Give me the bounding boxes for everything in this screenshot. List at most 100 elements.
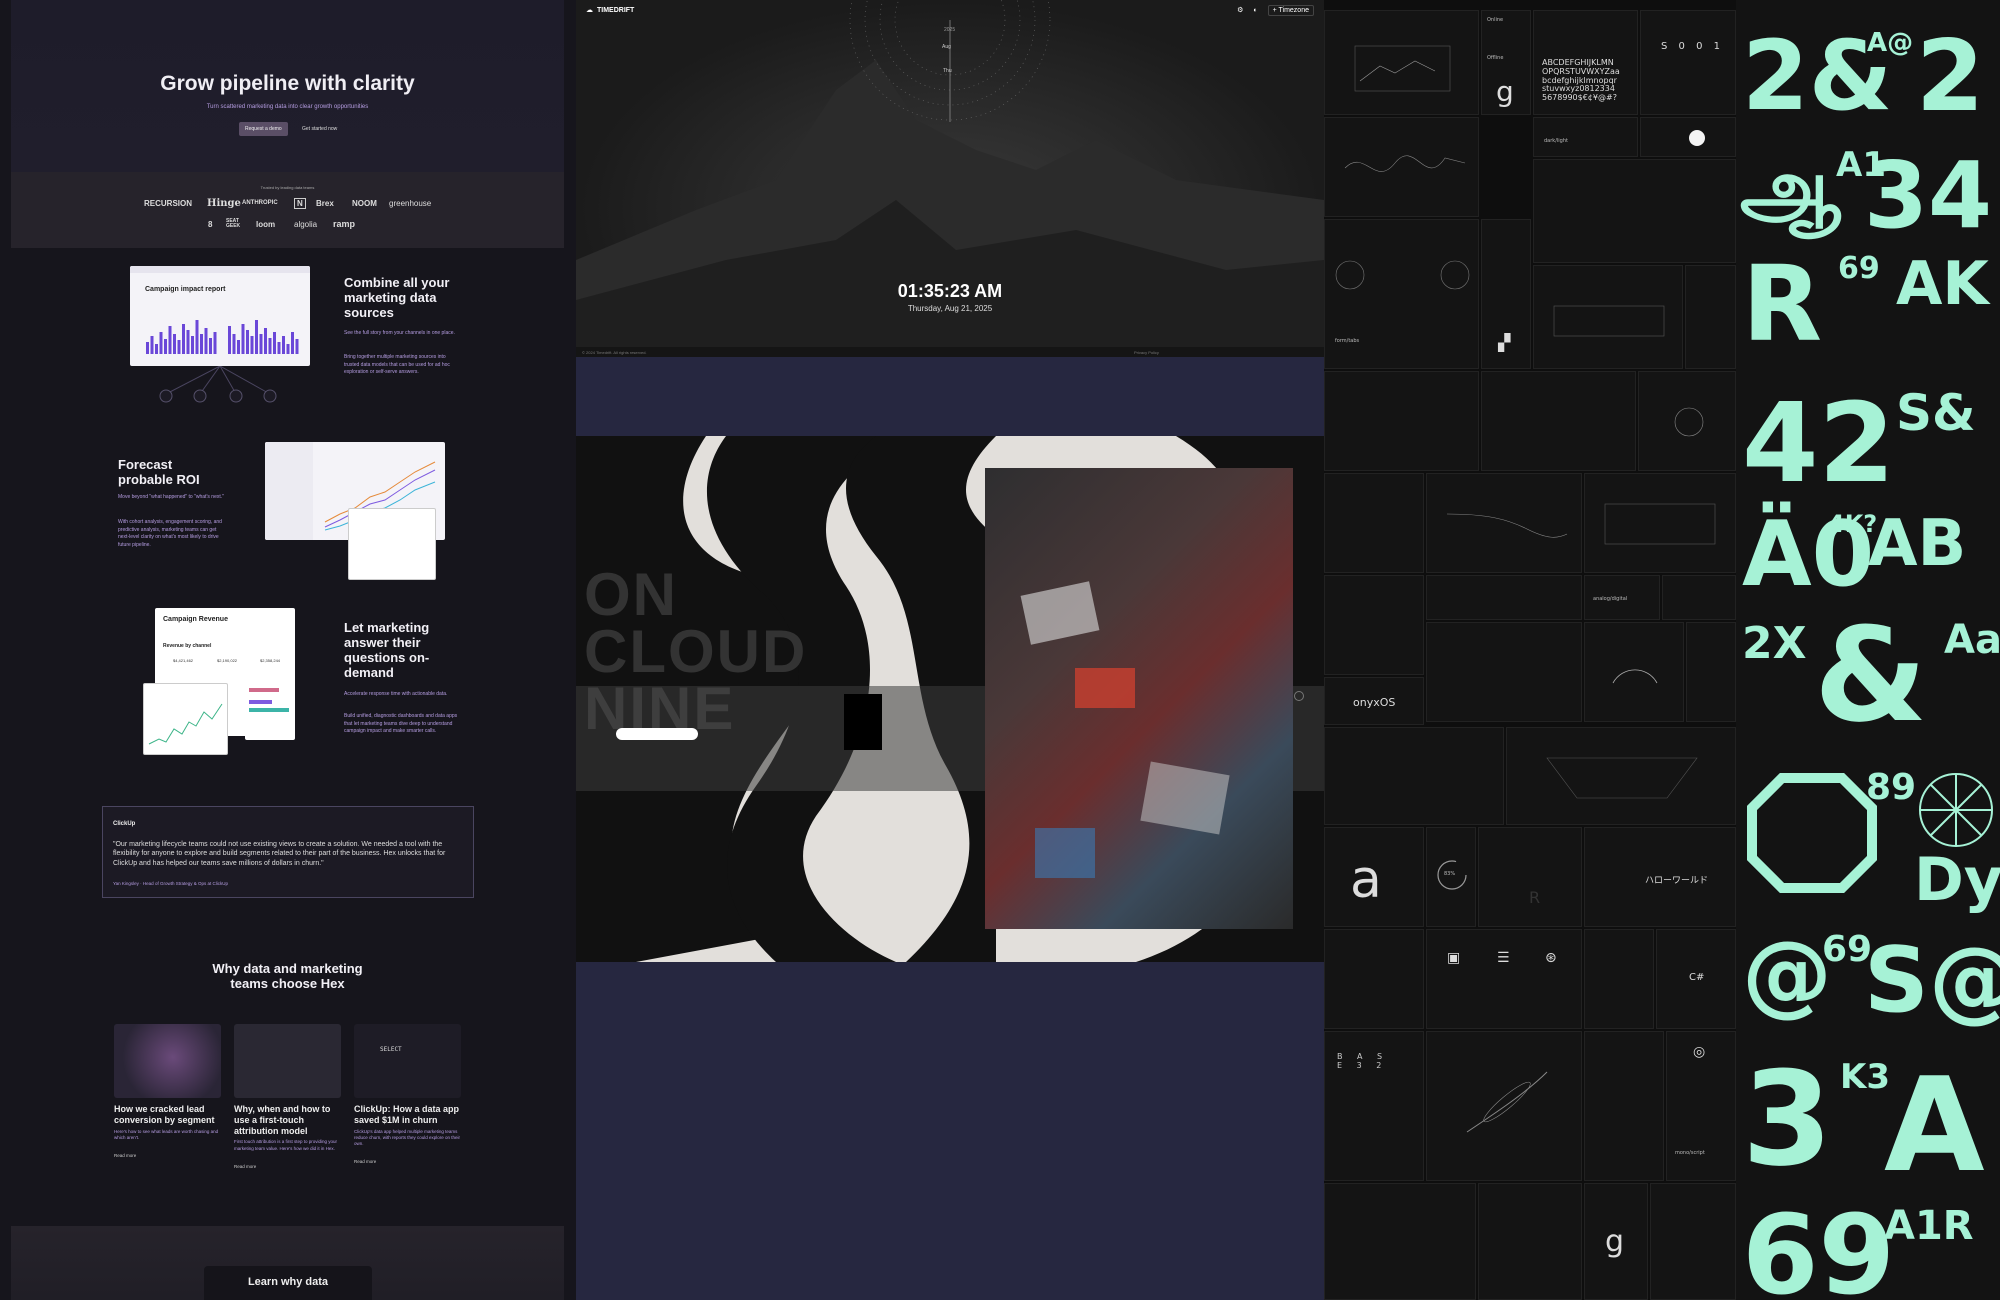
bar-chart-graphic — [146, 320, 299, 354]
feature-1-desc-a: See the full story from your channels in… — [344, 330, 455, 336]
report-bar — [277, 342, 281, 354]
star-field-tile — [1533, 159, 1736, 263]
hero-title: Grow pipeline with clarity — [160, 72, 415, 95]
settings-icon[interactable]: ⚙ — [1237, 6, 1243, 14]
toggle-tile — [1640, 117, 1736, 157]
report-bar — [150, 336, 154, 354]
report-bar — [200, 334, 203, 354]
letter-a-glyph: a — [1350, 850, 1382, 910]
globe-icon[interactable]: ⊛ — [1545, 950, 1557, 966]
feature-2-desc-b: With cohort analysis, engagement scoring… — [118, 519, 222, 548]
offline-label: Offline — [1487, 55, 1504, 61]
blog-card-2-readmore[interactable]: Read more — [234, 1164, 341, 1169]
report-bar — [168, 326, 172, 354]
logo-8: 8 — [208, 220, 213, 229]
analog-digital-label: analog/digital — [1593, 596, 1628, 602]
blog-card-2-title: Why, when and how to use a first-touch a… — [234, 1104, 331, 1136]
report-bar — [273, 332, 276, 354]
request-demo-button[interactable]: Request a demo — [239, 122, 288, 136]
glyph-a1r: A1R — [1884, 1203, 1974, 1249]
dial-icons-tile: ◎ mono/script — [1666, 1031, 1736, 1181]
blog-card-3-desc: ClickUp's data app helped multiple marke… — [354, 1128, 461, 1147]
g-tile: g — [1584, 1183, 1648, 1300]
email-input[interactable] — [616, 728, 698, 740]
get-started-button[interactable]: Get started now — [296, 122, 343, 136]
close-icon[interactable] — [1294, 691, 1304, 701]
privacy-link[interactable]: Privacy Policy — [1134, 350, 1159, 355]
logo-ramp: ramp — [333, 219, 356, 229]
onyx-os-label: onyxOS — [1353, 696, 1396, 709]
feature-1-desc-b: Bring together multiple marketing source… — [344, 354, 450, 375]
report-bar — [173, 334, 176, 354]
blog-card-3-readmore[interactable]: Read more — [354, 1159, 461, 1164]
dark-light-toggle[interactable] — [1689, 130, 1705, 146]
oscilloscope-tile — [1324, 575, 1424, 675]
knobs-tile: form/tabs — [1324, 219, 1479, 369]
onoff-tile — [1662, 575, 1736, 620]
blog-card-2[interactable]: Why, when and how to use a first-touch a… — [234, 1024, 341, 1169]
logo-algolia: algolia — [294, 220, 318, 229]
report-bar — [146, 342, 149, 354]
report-bar — [195, 320, 199, 354]
feature-3-desc-b: Build unified, diagnostic dashboards and… — [344, 713, 458, 734]
hello-world-jp: ハローワールド — [1645, 876, 1709, 886]
sequencer-tile — [1533, 265, 1683, 369]
wheel-glyph — [1919, 773, 1993, 847]
hero-section: Grow pipeline with clarity Turn scattere… — [11, 0, 564, 172]
glyph-a-at: A@ — [1867, 28, 1914, 58]
blog-card-1-readmore[interactable]: Read more — [114, 1153, 221, 1158]
logo-brex: Brex — [316, 199, 334, 208]
glyph-34: 34 — [1864, 142, 1993, 249]
report-bar — [213, 332, 217, 354]
blog-card-3-title: ClickUp: How a data app saved $1M in chu… — [354, 1104, 460, 1125]
blog-card-1-title: How we cracked lead conversion by segmen… — [114, 1104, 215, 1125]
note-icon[interactable]: ☰ — [1497, 950, 1510, 966]
square-icon[interactable]: ▣ — [1447, 950, 1460, 966]
report-bar — [286, 344, 290, 354]
status-tile: Online Offline g — [1481, 10, 1531, 115]
spectrum-tile — [1584, 473, 1736, 573]
glyph-a-large: A — [1884, 1049, 1985, 1201]
waveform-tile — [1324, 117, 1479, 217]
glyph-42: 42 — [1742, 379, 1896, 507]
blog-card-1[interactable]: How we cracked lead conversion by segmen… — [114, 1024, 221, 1158]
blog-card-3[interactable]: SELECT ClickUp: How a data app saved $1M… — [354, 1024, 461, 1164]
blog-card-2-desc: First touch attribution is a first step … — [234, 1139, 338, 1151]
navy-spacer-bottom — [576, 962, 1324, 1300]
report-bar — [291, 332, 294, 354]
glyph-69-large: 69 — [1742, 1191, 1896, 1300]
current-time: 01:35:23 AM — [897, 281, 1003, 301]
learn-why-cta[interactable]: Learn why data — [204, 1266, 372, 1300]
meter-tile — [1650, 1183, 1736, 1300]
calendar-tile — [1324, 929, 1424, 1029]
glyph-k3: K3 — [1840, 1057, 1891, 1097]
onyx-tile: onyxOS — [1324, 677, 1424, 725]
revenue-sub: Revenue by channel — [163, 643, 212, 649]
code-snippet: SELECT — [380, 1046, 402, 1053]
grid-icon-tile: ▞ — [1481, 219, 1531, 369]
theme-icon[interactable]: ◐ — [1253, 7, 1257, 14]
brand-logo[interactable]: TIMEDRIFT — [597, 7, 634, 14]
online-label: Online — [1487, 17, 1504, 23]
report-bar — [182, 324, 185, 354]
trusted-label: Trusted by leading data teams — [260, 185, 315, 190]
why-section-title: Why data and marketing teams choose Hex — [212, 961, 363, 991]
revenue-report-title: Campaign Revenue — [163, 616, 228, 623]
logo-recursion: RECURSION — [144, 199, 193, 208]
timedrift-footer: © 2024 Timedrift. All rights reserved. P… — [576, 347, 1324, 357]
report-bar — [204, 328, 208, 354]
hero-subtitle: Turn scattered marketing data into clear… — [206, 104, 369, 110]
bowl-tile — [1506, 727, 1736, 825]
campaign-impact-report-screenshot: Campaign impact report — [130, 266, 310, 366]
glyph-3: 3 — [1742, 1043, 1833, 1195]
black-block-1 — [844, 694, 882, 750]
curve-chart-tile — [1426, 473, 1582, 573]
timezone-button[interactable]: + Timezone — [1267, 4, 1314, 16]
report-bar — [209, 338, 212, 354]
target-icon[interactable]: ◎ — [1693, 1044, 1705, 1060]
letter-a-tile: a — [1324, 827, 1424, 927]
testimonial-author: Yan Kingsley · Head of Growth Strategy &… — [113, 881, 228, 886]
logo-noom: NOOM — [352, 199, 377, 208]
mini-controls-tile — [1685, 265, 1736, 369]
component-grid: Online Offline g ABCDEFGHIJKLMN OPQRSTUV… — [1324, 0, 1736, 1300]
